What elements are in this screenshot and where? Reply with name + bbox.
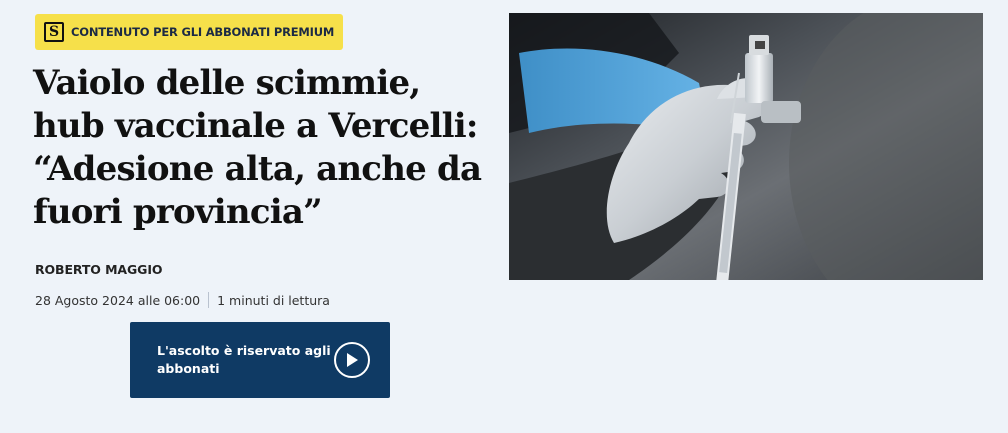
article-photo[interactable]: [509, 13, 983, 280]
audio-listen-label: L'ascolto è riservato agli abbonati: [157, 343, 331, 376]
article-date: 28 Agosto 2024 alle 06:00: [35, 292, 201, 308]
reading-time: 1 minuti di lettura: [217, 292, 330, 308]
article-title: Vaiolo delle scimmie, hub vaccinale a Ve…: [33, 63, 482, 232]
audio-listen-button[interactable]: L'ascolto è riservato agli abbonati: [130, 322, 390, 398]
premium-badge: S CONTENUTO PER GLI ABBONATI PREMIUM: [35, 14, 344, 50]
newspaper-logo-icon: S: [44, 22, 64, 42]
premium-badge-label: CONTENUTO PER GLI ABBONATI PREMIUM: [71, 25, 335, 39]
meta-divider: [208, 292, 210, 308]
article-author[interactable]: ROBERTO MAGGIO: [35, 262, 163, 277]
play-icon[interactable]: [334, 342, 370, 378]
article-meta: 28 Agosto 2024 alle 06:00 1 minuti di le…: [35, 292, 330, 308]
vaccine-syringe-photo: [509, 13, 983, 280]
